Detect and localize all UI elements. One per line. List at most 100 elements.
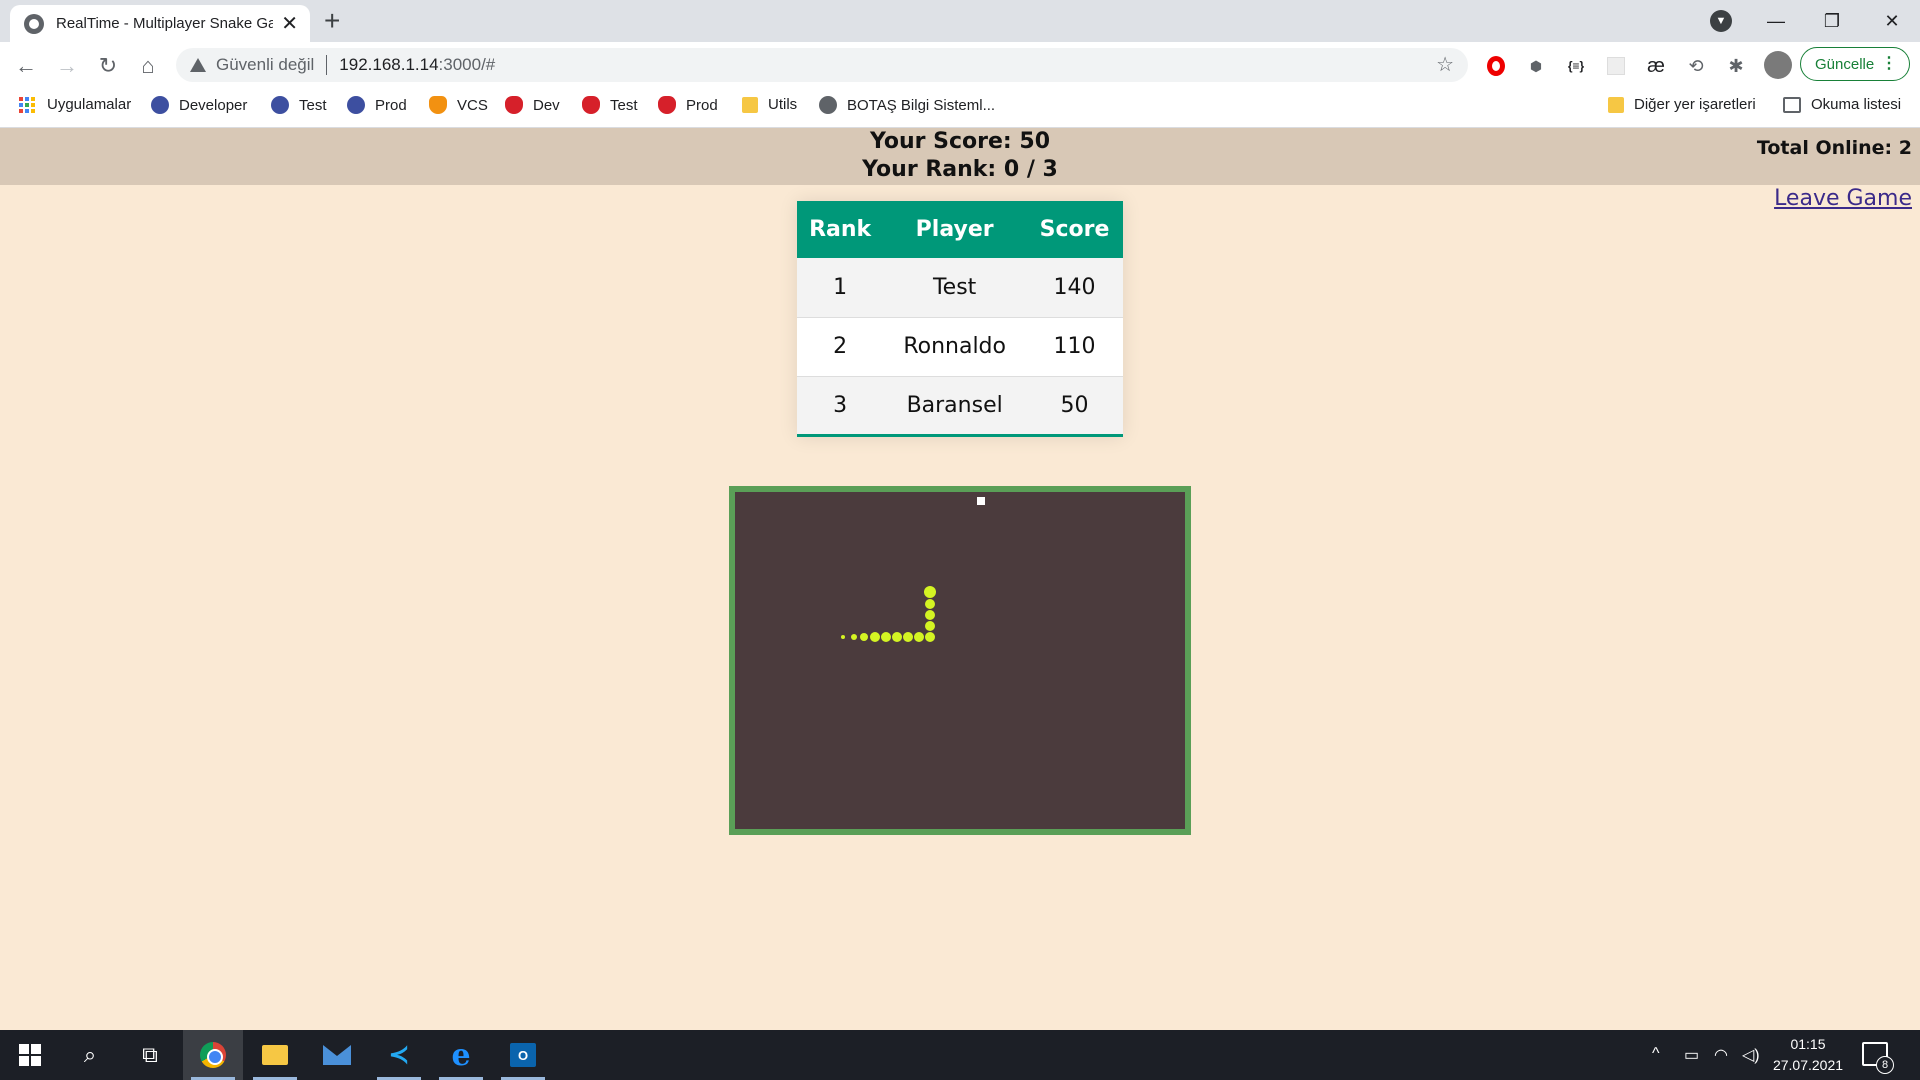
browser-toolbar: ← → ↻ ⌂ Güvenli değil 192.168.1.14 :3000… xyxy=(0,42,1920,88)
botas-icon xyxy=(658,96,676,114)
bookmark-label: Prod xyxy=(375,96,407,114)
bookmark-test-2[interactable]: Test xyxy=(582,96,638,114)
game-board[interactable] xyxy=(729,486,1191,835)
taskbar-mail[interactable] xyxy=(307,1030,367,1080)
close-window-button[interactable]: ✕ xyxy=(1864,0,1920,42)
update-button[interactable]: Güncelle ⋮ xyxy=(1800,47,1910,81)
tab-title: RealTime - Multiplayer Snake Ga xyxy=(56,15,274,32)
rank-cell: 3 xyxy=(797,376,884,435)
snake-segment xyxy=(881,632,891,642)
back-icon[interactable]: ← xyxy=(10,50,42,82)
food-pellet xyxy=(977,497,985,505)
opera-extension-icon[interactable] xyxy=(1485,55,1507,77)
restore-button[interactable]: ❐ xyxy=(1804,0,1860,42)
other-bookmarks-label: Diğer yer işaretleri xyxy=(1634,96,1756,113)
bookmark-developer[interactable]: Developer xyxy=(151,96,247,114)
warning-icon[interactable] xyxy=(190,58,206,72)
bookmark-test[interactable]: Test xyxy=(271,96,327,114)
windows-logo-icon xyxy=(19,1044,41,1066)
bookmark-label: Uygulamalar xyxy=(47,96,132,113)
folder-icon xyxy=(262,1045,288,1065)
score-cell: 140 xyxy=(1026,258,1123,318)
vscode-icon: ≺ xyxy=(388,1040,410,1070)
taskbar-vscode[interactable]: ≺ xyxy=(369,1030,429,1080)
security-status[interactable]: Güvenli değil xyxy=(216,55,314,75)
home-icon[interactable]: ⌂ xyxy=(132,50,164,82)
address-bar[interactable]: Güvenli değil 192.168.1.14 :3000/# ☆ xyxy=(176,48,1468,82)
leaderboard-table: Rank Player Score 1 Test 140 2 Ronnaldo … xyxy=(797,201,1123,437)
tab-search-icon[interactable]: ▼ xyxy=(1710,10,1732,32)
minimize-button[interactable]: — xyxy=(1748,0,1804,42)
snake-segment xyxy=(925,610,935,620)
reading-list[interactable]: Okuma listesi xyxy=(1783,96,1901,113)
blank-extension-icon[interactable] xyxy=(1605,55,1627,77)
bookmark-botas[interactable]: BOTAŞ Bilgi Sisteml... xyxy=(819,96,995,114)
reload-icon[interactable]: ↻ xyxy=(92,50,124,82)
bookmark-label: VCS xyxy=(457,96,488,114)
show-hidden-icons-icon[interactable]: ^ xyxy=(1652,1045,1660,1063)
network-icon[interactable]: ◠ xyxy=(1714,1045,1728,1065)
forward-icon[interactable]: → xyxy=(51,50,83,82)
bookmark-star-icon[interactable]: ☆ xyxy=(1436,52,1454,77)
snake-head xyxy=(924,586,936,598)
new-tab-button[interactable]: + xyxy=(324,6,340,36)
bookmark-label: BOTAŞ Bilgi Sisteml... xyxy=(847,96,996,114)
browser-tabstrip: RealTime - Multiplayer Snake Ga ✕ + ▼ — … xyxy=(0,0,1920,42)
bookmark-prod-2[interactable]: Prod xyxy=(658,96,718,114)
score-cell: 110 xyxy=(1026,317,1123,377)
bookmark-dev[interactable]: Dev xyxy=(505,96,560,114)
taskbar-clock[interactable]: 01:15 27.07.2021 xyxy=(1772,1034,1844,1076)
leaderboard-header-row: Rank Player Score xyxy=(797,201,1123,258)
bookmark-label: Test xyxy=(610,96,638,114)
bookmark-prod[interactable]: Prod xyxy=(347,96,407,114)
bookmark-label: Utils xyxy=(768,96,798,113)
taskbar-outlook[interactable]: O xyxy=(493,1030,553,1080)
bookmark-label: Prod xyxy=(686,96,718,114)
ae-extension-icon[interactable]: æ xyxy=(1645,55,1667,77)
dev-icon xyxy=(151,96,169,114)
profile-avatar[interactable] xyxy=(1764,51,1792,79)
start-button[interactable] xyxy=(0,1030,60,1080)
url-path[interactable]: :3000/# xyxy=(439,55,496,75)
leave-game-link[interactable]: Leave Game xyxy=(1774,186,1912,211)
cube-extension-icon[interactable]: ⬢ xyxy=(1525,55,1547,77)
rank-cell: 1 xyxy=(797,258,884,318)
sync-extension-icon[interactable]: ⟲ xyxy=(1685,55,1707,77)
url-host[interactable]: 192.168.1.14 xyxy=(339,55,438,75)
snake-segment xyxy=(925,632,935,642)
menu-dots-icon: ⋮ xyxy=(1881,55,1897,72)
bookmark-apps[interactable]: Uygulamalar xyxy=(19,96,131,113)
folder-icon xyxy=(1608,96,1624,113)
mail-icon xyxy=(323,1045,351,1065)
table-row: 1 Test 140 xyxy=(797,258,1123,318)
other-bookmarks[interactable]: Diğer yer işaretleri xyxy=(1608,96,1756,113)
snake-segment xyxy=(851,634,857,640)
taskbar-chrome[interactable] xyxy=(183,1030,243,1080)
json-extension-icon[interactable]: {≡} xyxy=(1565,55,1587,77)
battery-icon[interactable]: ▭ xyxy=(1684,1045,1699,1065)
search-icon[interactable]: ⌕ xyxy=(60,1030,120,1080)
bookmarks-bar: Uygulamalar Developer Test Prod VCS Dev … xyxy=(0,88,1920,128)
puzzle-extensions-icon[interactable]: ✱ xyxy=(1725,55,1747,77)
update-label: Güncelle xyxy=(1815,55,1875,73)
bookmark-utils[interactable]: Utils xyxy=(742,96,797,113)
player-cell: Test xyxy=(883,258,1026,318)
botas-icon xyxy=(582,96,600,114)
reading-list-label: Okuma listesi xyxy=(1811,96,1902,113)
task-view-icon[interactable]: ⧉ xyxy=(120,1030,180,1080)
dev-icon xyxy=(271,96,289,114)
bookmark-label: Dev xyxy=(533,96,560,114)
close-tab-icon[interactable]: ✕ xyxy=(281,14,298,34)
clock-date: 27.07.2021 xyxy=(1772,1057,1844,1073)
dev-icon xyxy=(347,96,365,114)
globe-icon xyxy=(24,13,44,34)
snake-segment xyxy=(870,632,880,642)
taskbar-edge[interactable]: e xyxy=(431,1030,491,1080)
browser-tab[interactable]: RealTime - Multiplayer Snake Ga ✕ xyxy=(10,5,310,42)
taskbar-file-explorer[interactable] xyxy=(245,1030,305,1080)
bookmark-vcs[interactable]: VCS xyxy=(429,96,488,114)
column-header-score: Score xyxy=(1026,201,1123,258)
table-row: 2 Ronnaldo 110 xyxy=(797,317,1123,377)
your-score: Your Score: 50 xyxy=(869,129,1051,154)
volume-icon[interactable]: ◁) xyxy=(1742,1045,1760,1065)
